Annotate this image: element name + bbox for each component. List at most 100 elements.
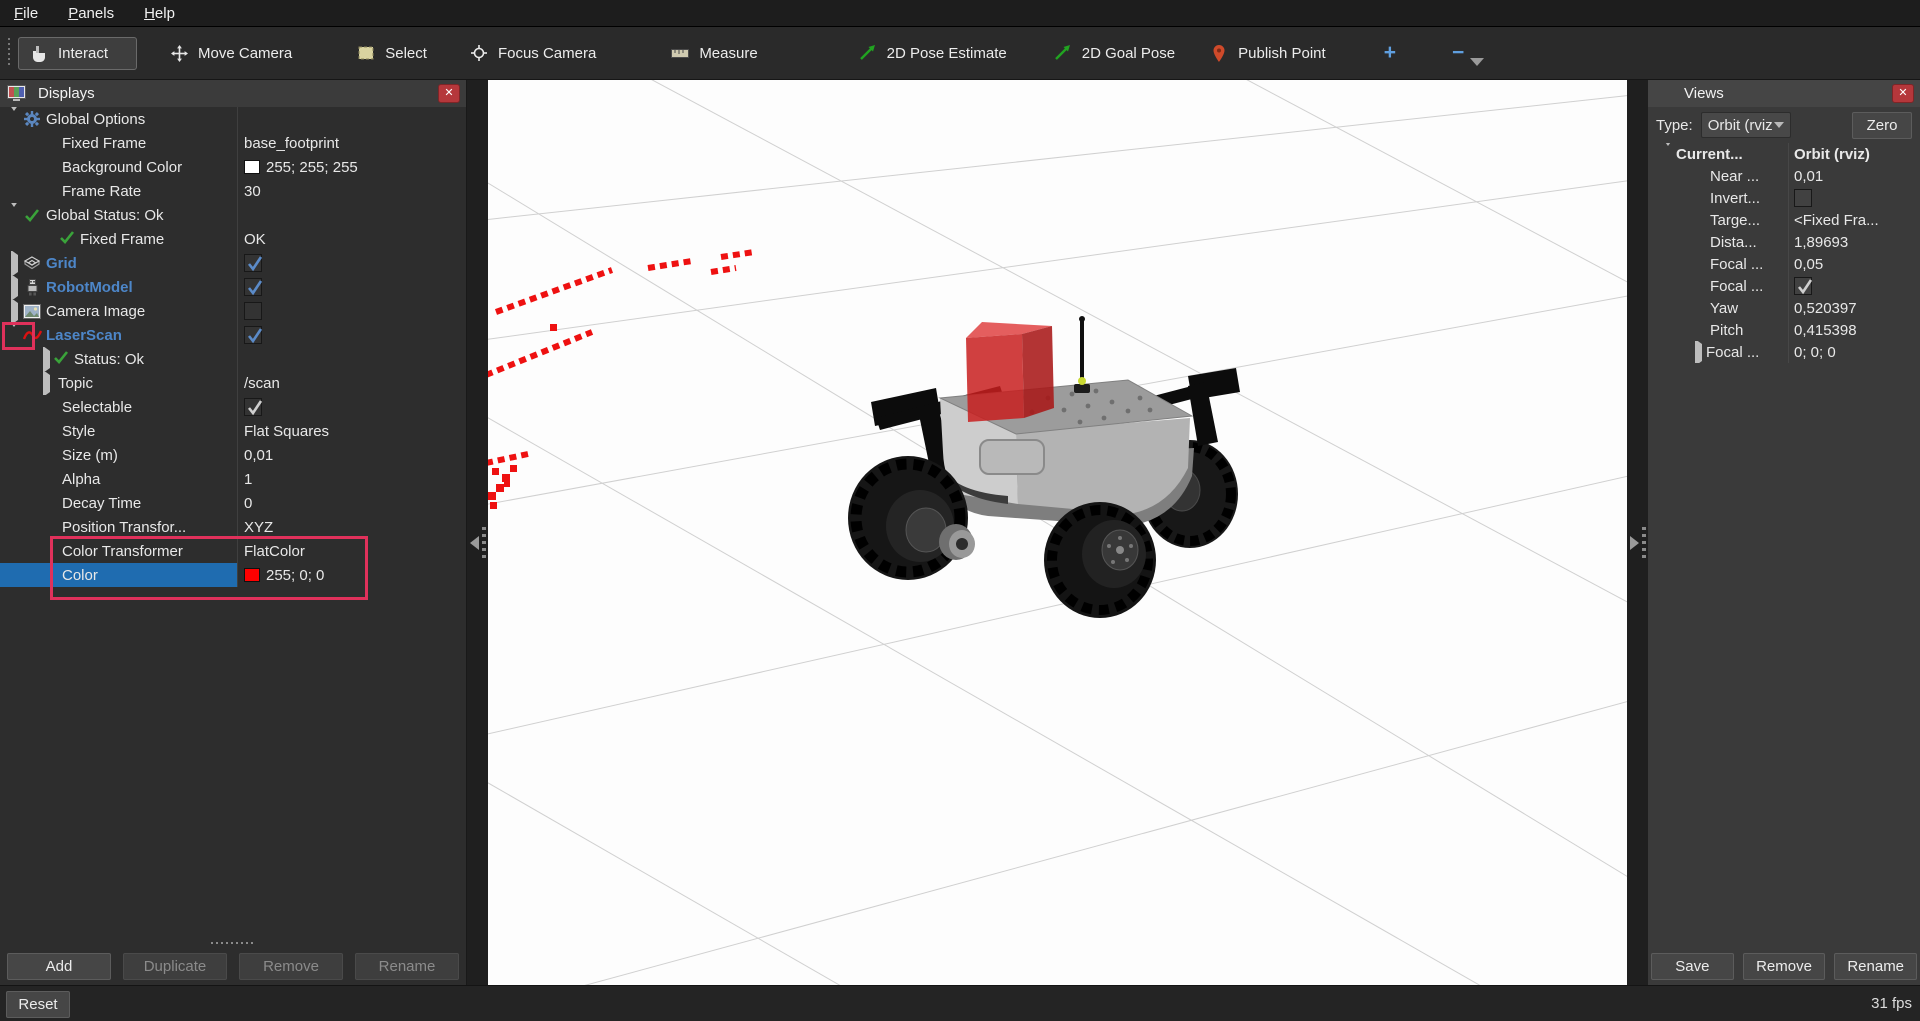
view-row-focal-shape-size[interactable]: Focal ... 0,05 bbox=[1648, 253, 1920, 275]
row-robotmodel-display[interactable]: RobotModel bbox=[0, 275, 466, 299]
row-global-options[interactable]: Global Options bbox=[0, 107, 466, 131]
chevron-right-icon[interactable] bbox=[43, 347, 50, 371]
view-row-current[interactable]: Current... Orbit (rviz) bbox=[1648, 143, 1920, 165]
rename-view-button[interactable]: Rename bbox=[1834, 953, 1917, 980]
views-panel: Views ✕ Type: Orbit (rviz Zero Current..… bbox=[1648, 80, 1920, 985]
green-arrow-icon bbox=[858, 45, 878, 61]
3d-scene-canvas bbox=[488, 80, 1627, 985]
laserscan-checkbox[interactable] bbox=[244, 326, 262, 344]
displays-panel-header[interactable]: Displays ✕ bbox=[0, 80, 466, 107]
remove-view-button[interactable]: Remove bbox=[1743, 953, 1826, 980]
row-global-status-fixed-frame[interactable]: Fixed Frame OK bbox=[0, 227, 466, 251]
row-laserscan-display[interactable]: LaserScan bbox=[0, 323, 466, 347]
row-color[interactable]: Color 255; 0; 0 bbox=[0, 563, 466, 587]
laserscan-expand-chevron-down-icon[interactable] bbox=[9, 323, 19, 344]
add-display-button[interactable]: Add bbox=[7, 953, 111, 980]
grid-icon bbox=[22, 256, 42, 270]
duplicate-display-button[interactable]: Duplicate bbox=[123, 953, 227, 980]
row-background-color[interactable]: Background Color 255; 255; 255 bbox=[0, 155, 466, 179]
row-global-status[interactable]: Global Status: Ok bbox=[0, 203, 466, 227]
tool-interact[interactable]: Interact bbox=[18, 37, 137, 70]
chevron-right-icon[interactable] bbox=[11, 299, 18, 323]
row-style[interactable]: Style Flat Squares bbox=[0, 419, 466, 443]
row-laserscan-status[interactable]: Status: Ok bbox=[0, 347, 466, 371]
gear-icon bbox=[22, 111, 42, 127]
chevron-down-icon[interactable] bbox=[1663, 143, 1673, 163]
view-row-invert[interactable]: Invert... bbox=[1648, 187, 1920, 209]
row-fixed-frame[interactable]: Fixed Frame base_footprint bbox=[0, 131, 466, 155]
chevron-down-icon[interactable] bbox=[9, 203, 19, 224]
view-row-yaw[interactable]: Yaw 0,520397 bbox=[1648, 297, 1920, 319]
row-position-transformer[interactable]: Position Transfor... XYZ bbox=[0, 515, 466, 539]
view-row-focal-shape-fixed[interactable]: Focal ... bbox=[1648, 275, 1920, 297]
laser-highlight-box bbox=[966, 322, 1054, 422]
tool-2d-goal-pose[interactable]: 2D Goal Pose bbox=[1053, 45, 1175, 62]
save-view-button[interactable]: Save bbox=[1651, 953, 1734, 980]
add-tool-button[interactable]: + bbox=[1384, 41, 1396, 65]
chevron-down-icon[interactable] bbox=[9, 107, 19, 128]
remove-display-button[interactable]: Remove bbox=[239, 953, 343, 980]
selectable-checkbox[interactable] bbox=[244, 398, 262, 416]
camera-image-icon bbox=[22, 304, 42, 319]
row-frame-rate[interactable]: Frame Rate 30 bbox=[0, 179, 466, 203]
check-ok-icon bbox=[60, 231, 75, 248]
remove-tool-button[interactable]: − bbox=[1452, 41, 1464, 65]
row-color-transformer[interactable]: Color Transformer FlatColor bbox=[0, 539, 466, 563]
toolbar-overflow-arrow-icon[interactable] bbox=[1470, 58, 1484, 66]
menu-help[interactable]: Help bbox=[144, 5, 175, 22]
tool-move-camera[interactable]: Move Camera bbox=[169, 45, 292, 62]
views-panel-header[interactable]: Views ✕ bbox=[1648, 80, 1920, 107]
status-bar: Reset 31 fps bbox=[0, 985, 1920, 1021]
row-alpha[interactable]: Alpha 1 bbox=[0, 467, 466, 491]
left-splitter[interactable] bbox=[467, 80, 488, 985]
row-topic[interactable]: Topic /scan bbox=[0, 371, 466, 395]
chevron-right-icon[interactable] bbox=[43, 371, 50, 395]
row-decay-time[interactable]: Decay Time 0 bbox=[0, 491, 466, 515]
rename-display-button[interactable]: Rename bbox=[355, 953, 459, 980]
reset-button[interactable]: Reset bbox=[6, 991, 70, 1018]
tool-focus-camera[interactable]: Focus Camera bbox=[469, 45, 596, 62]
laserscan-color-swatch[interactable] bbox=[244, 568, 260, 582]
view-type-dropdown[interactable]: Orbit (rviz bbox=[1701, 112, 1791, 138]
view-row-distance[interactable]: Dista... 1,89693 bbox=[1648, 231, 1920, 253]
views-type-row: Type: Orbit (rviz Zero bbox=[1648, 107, 1920, 143]
interact-hand-icon bbox=[29, 45, 49, 62]
right-splitter[interactable] bbox=[1627, 80, 1648, 985]
3d-viewport[interactable] bbox=[488, 80, 1627, 985]
view-row-focal-point[interactable]: Focal ... 0; 0; 0 bbox=[1648, 341, 1920, 363]
tool-2d-pose-estimate[interactable]: 2D Pose Estimate bbox=[858, 45, 1007, 62]
chevron-right-icon[interactable] bbox=[11, 275, 18, 299]
grid-checkbox[interactable] bbox=[244, 254, 262, 272]
publish-point-pin-icon bbox=[1209, 45, 1229, 62]
collapse-right-icon[interactable] bbox=[1630, 536, 1639, 550]
row-camera-image-display[interactable]: Camera Image bbox=[0, 299, 466, 323]
view-row-near[interactable]: Near ... 0,01 bbox=[1648, 165, 1920, 187]
check-ok-icon bbox=[22, 209, 42, 222]
tool-publish-point[interactable]: Publish Point bbox=[1209, 45, 1326, 62]
background-color-swatch[interactable] bbox=[244, 160, 260, 174]
focal-shape-checkbox[interactable] bbox=[1794, 277, 1812, 295]
tool-select[interactable]: Select bbox=[356, 45, 427, 62]
toolbar: Interact Move Camera Select Focus Camera… bbox=[0, 27, 1920, 80]
robotmodel-checkbox[interactable] bbox=[244, 278, 262, 296]
menu-panels[interactable]: Panels bbox=[68, 5, 114, 22]
chevron-right-icon[interactable] bbox=[11, 251, 18, 275]
row-grid-display[interactable]: Grid bbox=[0, 251, 466, 275]
row-size[interactable]: Size (m) 0,01 bbox=[0, 443, 466, 467]
menu-file[interactable]: File bbox=[14, 5, 38, 22]
toolbar-drag-handle[interactable] bbox=[6, 38, 12, 68]
view-row-pitch[interactable]: Pitch 0,415398 bbox=[1648, 319, 1920, 341]
row-selectable[interactable]: Selectable bbox=[0, 395, 466, 419]
zero-button[interactable]: Zero bbox=[1852, 112, 1912, 139]
collapse-left-icon[interactable] bbox=[470, 536, 479, 550]
robot-icon bbox=[22, 279, 42, 296]
rviz-window: File Panels Help Interact Move Camera Se… bbox=[0, 0, 1920, 1021]
tool-measure[interactable]: Measure bbox=[670, 45, 757, 62]
camera-image-checkbox[interactable] bbox=[244, 302, 262, 320]
view-row-target[interactable]: Targe... <Fixed Fra... bbox=[1648, 209, 1920, 231]
panel-resize-handle[interactable] bbox=[211, 941, 255, 946]
chevron-right-icon[interactable] bbox=[1695, 341, 1702, 363]
displays-close-icon[interactable]: ✕ bbox=[438, 84, 460, 103]
views-close-icon[interactable]: ✕ bbox=[1892, 84, 1914, 103]
invert-checkbox[interactable] bbox=[1794, 189, 1812, 207]
